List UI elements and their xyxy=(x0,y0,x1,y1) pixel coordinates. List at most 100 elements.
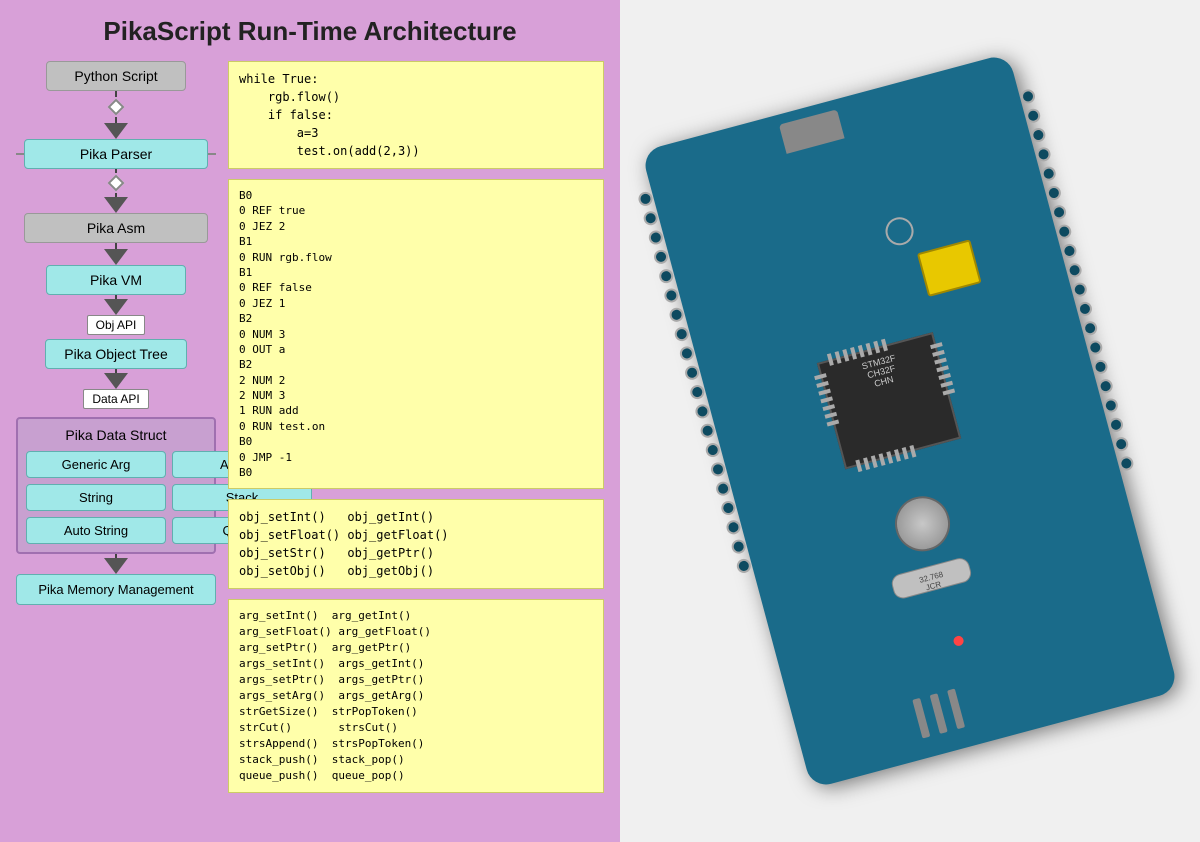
data-item-2: String xyxy=(26,484,166,511)
pika-asm-box: Pika Asm xyxy=(24,213,208,243)
chip-pin xyxy=(881,339,888,352)
pin-hole xyxy=(642,210,659,227)
chip-pin xyxy=(909,445,916,458)
pin-hole xyxy=(704,441,721,458)
pin-hole xyxy=(1097,378,1114,395)
python-script-box: Python Script xyxy=(46,61,186,91)
pin-hole xyxy=(1092,358,1109,375)
chip-pin xyxy=(936,365,949,372)
pin-hole xyxy=(647,229,664,246)
crystal-label: 32.768JCR xyxy=(891,557,973,600)
pika-object-tree-box: Pika Object Tree xyxy=(45,339,187,369)
pin-hole xyxy=(1087,339,1104,356)
pika-data-struct-section: Pika Data Struct Generic Arg Arg List St… xyxy=(16,417,216,554)
chip-pin xyxy=(934,358,947,365)
pin-hole xyxy=(668,306,685,323)
chip-pin xyxy=(827,420,840,427)
pin-hole xyxy=(720,499,737,516)
pin-hole xyxy=(1019,88,1036,105)
chip-pin xyxy=(850,347,857,360)
pin-hole xyxy=(699,422,716,439)
pin-hole xyxy=(684,364,701,381)
pin-hole xyxy=(1066,262,1083,279)
pin-hole xyxy=(1045,184,1062,201)
reset-button xyxy=(882,214,916,248)
chip-pin xyxy=(863,457,870,470)
pin-hole xyxy=(1076,300,1093,317)
pin-hole xyxy=(1056,223,1073,240)
pin-hole xyxy=(715,480,732,497)
bottom-pins xyxy=(912,689,965,739)
chip-pin xyxy=(827,353,834,366)
chip-pin xyxy=(902,447,909,460)
chip-pin xyxy=(940,381,953,388)
pin-hole xyxy=(1118,455,1135,472)
chip-pin xyxy=(814,373,827,380)
yellow-component xyxy=(917,239,982,297)
crystal-oscillator xyxy=(889,490,956,557)
pin-hole xyxy=(1102,397,1119,414)
chip-pin xyxy=(818,389,831,396)
stm32-chip: STM32FCH32FCHN xyxy=(817,332,961,469)
pika-memory-box: Pika Memory Management xyxy=(16,574,216,605)
pin-hole xyxy=(1050,204,1067,221)
chip-pin xyxy=(822,404,835,411)
bottom-pin xyxy=(930,693,948,734)
page-title: PikaScript Run-Time Architecture xyxy=(16,16,604,47)
bottom-pin xyxy=(912,698,930,739)
usb-connector xyxy=(779,109,845,154)
chip-pin xyxy=(855,459,862,472)
data-grid: Generic Arg Arg List String Stack Auto S… xyxy=(26,451,206,544)
chip-pin xyxy=(825,412,838,419)
crystal-bar: 32.768JCR xyxy=(890,556,974,601)
pin-hole xyxy=(1113,436,1130,453)
pin-hole xyxy=(673,326,690,343)
right-panel: STM32FCH32FCHN 32.768JCR xyxy=(620,0,1200,842)
left-panel: PikaScript Run-Time Architecture Python … xyxy=(0,0,620,842)
chip-pin xyxy=(858,345,865,358)
data-api-label: Data API xyxy=(83,389,148,409)
data-item-0: Generic Arg xyxy=(26,451,166,478)
pika-parser-box: Pika Parser xyxy=(24,139,208,169)
pin-hole xyxy=(694,403,711,420)
chip-pin xyxy=(886,451,893,464)
pin-hole xyxy=(1071,281,1088,298)
pin-hole xyxy=(1035,146,1052,163)
data-item-4: Auto String xyxy=(26,517,166,544)
chip-pin xyxy=(835,351,842,364)
pin-hole xyxy=(637,190,654,207)
chip-pins-bottom xyxy=(855,445,916,472)
pin-row-left xyxy=(637,190,752,574)
pin-hole xyxy=(658,268,675,285)
pin-hole xyxy=(678,345,695,362)
pin-hole xyxy=(1107,416,1124,433)
pin-hole xyxy=(709,461,726,478)
obj-api-label: Obj API xyxy=(87,315,146,335)
pin-hole xyxy=(1025,107,1042,124)
chip-pin xyxy=(942,388,955,395)
bottom-pin xyxy=(947,689,965,730)
pin-hole xyxy=(689,384,706,401)
chip-pin xyxy=(894,449,901,462)
pin-hole xyxy=(730,538,747,555)
board-container: STM32FCH32FCHN 32.768JCR xyxy=(670,71,1150,771)
chip-pin xyxy=(873,341,880,354)
pin-hole xyxy=(725,519,742,536)
pin-hole xyxy=(1061,242,1078,259)
pika-data-struct-title: Pika Data Struct xyxy=(26,427,206,443)
main-layout: Python Script Pika Parser xyxy=(16,61,604,793)
chip-pin xyxy=(871,455,878,468)
pin-hole xyxy=(1082,320,1099,337)
code-column: while True: rgb.flow() if false: a=3 tes… xyxy=(228,61,604,793)
pika-vm-box: Pika VM xyxy=(46,265,186,295)
chip-pin xyxy=(938,373,951,380)
chip-pin xyxy=(879,453,886,466)
code-block-4: arg_setInt() arg_getInt() arg_setFloat()… xyxy=(228,599,604,792)
pin-hole xyxy=(1030,126,1047,143)
pin-row-right xyxy=(1019,88,1134,472)
chip-pin xyxy=(816,381,829,388)
chip-pin xyxy=(842,349,849,362)
pin-hole xyxy=(735,557,752,574)
code-block-1: while True: rgb.flow() if false: a=3 tes… xyxy=(228,61,604,169)
power-led xyxy=(952,635,964,647)
